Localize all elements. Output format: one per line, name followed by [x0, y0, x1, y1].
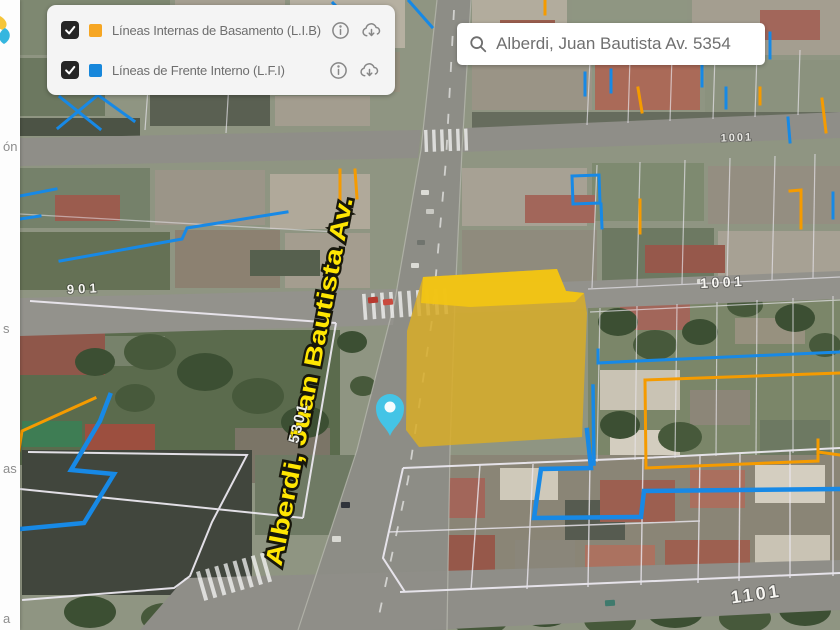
search-input[interactable]	[496, 34, 753, 54]
legend-label-lfi: Líneas de Frente Interno (L.F.I)	[112, 63, 319, 78]
sidebar-item-fragment[interactable]: a	[3, 611, 10, 626]
app-logo[interactable]	[0, 13, 15, 51]
highlighted-building[interactable]	[406, 269, 587, 447]
map-viewport[interactable]: Alberdi, Juan Bautista Av. 5301 901 1001…	[0, 0, 840, 630]
checkmark-icon	[64, 24, 76, 36]
search-icon	[469, 34, 487, 54]
lfi-color-swatch	[89, 64, 102, 77]
left-sidebar-strip: ón s as a	[0, 0, 20, 630]
info-icon[interactable]	[331, 21, 350, 40]
download-icon[interactable]	[360, 22, 383, 39]
lib-color-swatch	[89, 24, 102, 37]
legend-row-lfi: Líneas de Frente Interno (L.F.I)	[47, 51, 395, 89]
sidebar-item-fragment[interactable]: ón	[3, 139, 17, 154]
block-number-1001-right: 1001	[700, 273, 746, 291]
search-bar[interactable]	[457, 23, 765, 65]
info-icon[interactable]	[329, 61, 348, 80]
legend-label-lib: Líneas Internas de Basamento (L.I.B)	[112, 23, 321, 38]
download-icon[interactable]	[358, 62, 381, 79]
checkmark-icon	[64, 64, 76, 76]
block-number-901: 901	[67, 280, 101, 297]
sidebar-item-fragment[interactable]: as	[3, 461, 17, 476]
legend-row-lib: Líneas Internas de Basamento (L.I.B)	[47, 11, 395, 49]
layer-checkbox[interactable]	[61, 61, 79, 79]
sidebar-item-fragment[interactable]: s	[3, 321, 10, 336]
block-number-1001-top: 1001	[720, 131, 753, 144]
layer-checkbox[interactable]	[61, 21, 79, 39]
layers-legend-panel: Líneas Internas de Basamento (L.I.B)	[47, 5, 395, 95]
